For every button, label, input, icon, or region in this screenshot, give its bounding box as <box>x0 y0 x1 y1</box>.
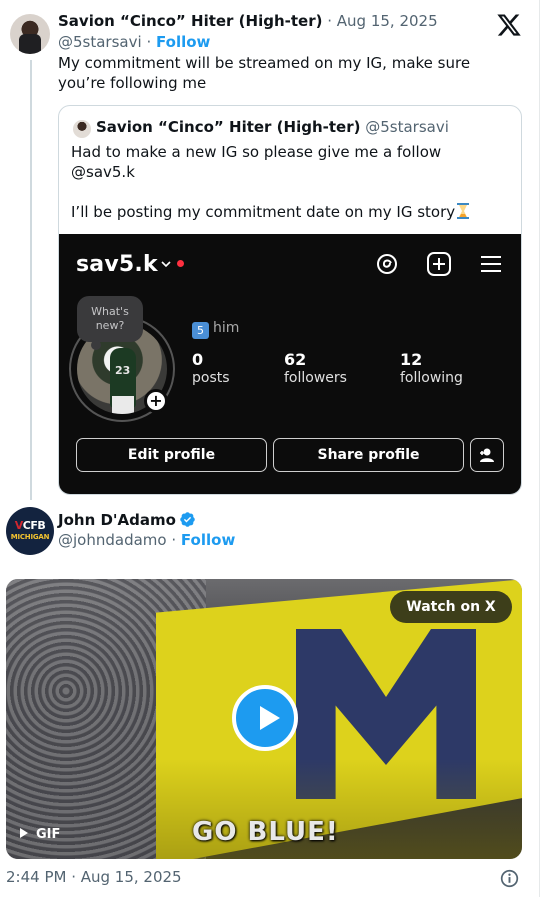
quoted-line: I’ll be posting my commitment date on my… <box>71 202 511 222</box>
author-handle[interactable]: @5starsavi <box>58 33 142 51</box>
author2-handle[interactable]: @johndadamo <box>58 531 167 549</box>
tweet-text: My commitment will be streamed on my IG,… <box>58 54 471 92</box>
instagram-screenshot: sav5.k 23 + What's new? 5 him 0 posts 62… <box>59 234 521 494</box>
tweet2-subheader: @johndadamo · Follow <box>58 531 235 549</box>
gif-caption: GO BLUE! <box>192 817 339 847</box>
play-button-icon[interactable] <box>232 685 298 751</box>
separator: · <box>146 33 152 51</box>
info-icon[interactable] <box>500 869 519 888</box>
separator: · <box>171 531 177 549</box>
hourglass-icon <box>457 203 470 219</box>
quoted-line: Had to make a new IG so please give me a… <box>71 143 442 161</box>
author2-avatar[interactable]: VCFB MICHIGAN <box>6 507 54 555</box>
follow-button[interactable]: Follow <box>156 33 210 51</box>
gif-player[interactable]: Watch on X GIF GO BLUE! <box>6 579 522 859</box>
author-avatar[interactable] <box>10 14 50 54</box>
add-person-button <box>470 438 504 472</box>
author2-name-row: John D'Adamo <box>58 511 196 529</box>
tweet-card: Savion “Cinco” Hiter (High-ter) · Aug 15… <box>0 0 540 897</box>
quoted-author-name: Savion “Cinco” Hiter (High-ter) <box>96 118 361 136</box>
quoted-author-avatar <box>73 120 91 138</box>
tweet-header: Savion “Cinco” Hiter (High-ter) · Aug 15… <box>58 12 438 30</box>
quoted-author-handle: @5starsavi <box>365 118 449 136</box>
tweet-subheader: @5starsavi · Follow <box>58 33 210 51</box>
threads-icon <box>377 254 397 274</box>
avatar-logo-subtext: MICHIGAN <box>10 533 50 541</box>
menu-icon <box>481 256 501 272</box>
ig-username: sav5.k <box>76 252 158 277</box>
avatar-logo-text: VCFB <box>14 519 46 532</box>
add-story-icon: + <box>144 389 168 413</box>
ig-stat-following: 12 following <box>400 350 463 386</box>
follow-button-2[interactable]: Follow <box>181 531 235 549</box>
jersey-graphic <box>19 34 41 54</box>
quoted-text: Had to make a new IG so please give me a… <box>71 142 511 222</box>
quoted-tweet[interactable]: Savion “Cinco” Hiter (High-ter) @5starsa… <box>58 105 522 495</box>
share-profile-button: Share profile <box>273 438 464 472</box>
author2-name[interactable]: John D'Adamo <box>58 511 176 529</box>
watch-on-x-button[interactable]: Watch on X <box>390 591 512 623</box>
notification-dot <box>177 260 184 267</box>
tweet-date[interactable]: · Aug 15, 2025 <box>327 12 437 30</box>
add-post-icon <box>427 252 451 276</box>
verified-badge-icon <box>180 512 195 527</box>
tweet-timestamp[interactable]: 2:44 PM · Aug 15, 2025 <box>6 868 182 886</box>
note-bubble: What's new? <box>77 296 143 342</box>
play-small-icon <box>20 828 28 838</box>
x-logo-icon[interactable] <box>496 12 522 38</box>
player-number: 23 <box>115 364 131 377</box>
player-legs <box>112 396 134 414</box>
note-bubble-tail <box>91 340 101 350</box>
chevron-down-icon <box>161 261 171 268</box>
ig-stat-posts: 0 posts <box>192 350 230 386</box>
gif-badge: GIF <box>20 827 60 842</box>
keycap-five-icon: 5 <box>192 322 209 339</box>
add-person-icon <box>480 448 494 462</box>
author-name[interactable]: Savion “Cinco” Hiter (High-ter) <box>58 12 322 30</box>
edit-profile-button: Edit profile <box>76 438 267 472</box>
quoted-header: Savion “Cinco” Hiter (High-ter) @5starsa… <box>96 118 449 136</box>
quoted-mention[interactable]: @sav5.k <box>71 162 511 182</box>
ig-stat-followers: 62 followers <box>284 350 347 386</box>
thread-line <box>30 60 32 500</box>
ig-pronoun: 5 him <box>192 320 239 339</box>
quoted-line <box>71 182 511 202</box>
